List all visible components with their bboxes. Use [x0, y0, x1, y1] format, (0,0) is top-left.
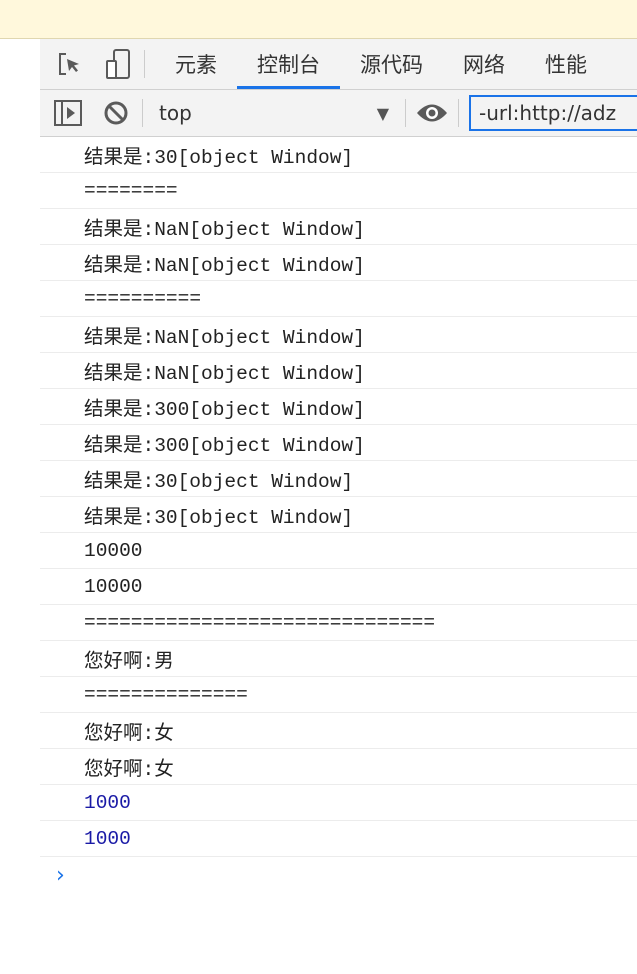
console-prompt[interactable]: › — [40, 857, 637, 893]
console-toolbar: top ▼ -url:http://adz — [40, 90, 637, 137]
tab-console[interactable]: 控制台 — [237, 39, 340, 89]
device-toolbar-icon[interactable] — [102, 48, 134, 80]
dropdown-arrow-icon: ▼ — [376, 103, 389, 123]
tab-performance[interactable]: 性能 — [525, 39, 607, 89]
context-value: top — [159, 101, 192, 125]
tab-elements[interactable]: 元素 — [155, 39, 237, 89]
prompt-chevron-icon: › — [56, 862, 65, 888]
tab-sources[interactable]: 源代码 — [340, 39, 443, 89]
console-message: 结果是:300[object Window] — [40, 389, 637, 425]
console-output: 结果是:30[object Window] ======== 结果是:NaN[obj… — [40, 137, 637, 857]
console-message: 您好啊:女 — [40, 713, 637, 749]
clear-console-icon[interactable] — [100, 97, 132, 129]
console-message: 1000 — [40, 785, 637, 821]
console-message: 结果是:NaN[object Window] — [40, 317, 637, 353]
console-message: 10000 — [40, 533, 637, 569]
sidebar-toggle-icon[interactable] — [52, 97, 84, 129]
console-message: 结果是:NaN[object Window] — [40, 245, 637, 281]
info-banner — [0, 0, 637, 39]
console-message: 1000 — [40, 821, 637, 857]
console-message: ========== — [40, 281, 637, 317]
console-message: 结果是:30[object Window] — [40, 497, 637, 533]
console-message: 结果是:NaN[object Window] — [40, 209, 637, 245]
console-message: ============== — [40, 677, 637, 713]
console-message: 您好啊:男 — [40, 641, 637, 677]
inspect-element-icon[interactable] — [54, 48, 86, 80]
console-message: 10000 — [40, 569, 637, 605]
console-message: 结果是:NaN[object Window] — [40, 353, 637, 389]
divider — [405, 99, 406, 127]
console-message: 结果是:300[object Window] — [40, 425, 637, 461]
divider — [458, 99, 459, 127]
console-message: ============================== — [40, 605, 637, 641]
console-message: 结果是:30[object Window] — [40, 461, 637, 497]
tab-network[interactable]: 网络 — [443, 39, 525, 89]
divider — [144, 50, 145, 78]
live-expression-eye-icon[interactable] — [416, 97, 448, 129]
context-selector[interactable]: top ▼ — [153, 101, 395, 125]
divider — [142, 99, 143, 127]
console-message: 您好啊:女 — [40, 749, 637, 785]
devtools-tabbar: 元素 控制台 源代码 网络 性能 — [40, 39, 637, 90]
console-message: ======== — [40, 173, 637, 209]
filter-input[interactable]: -url:http://adz — [469, 95, 637, 131]
console-message: 结果是:30[object Window] — [40, 137, 637, 173]
devtools-panel: 元素 控制台 源代码 网络 性能 top ▼ -url:http://adz 结… — [40, 39, 637, 974]
